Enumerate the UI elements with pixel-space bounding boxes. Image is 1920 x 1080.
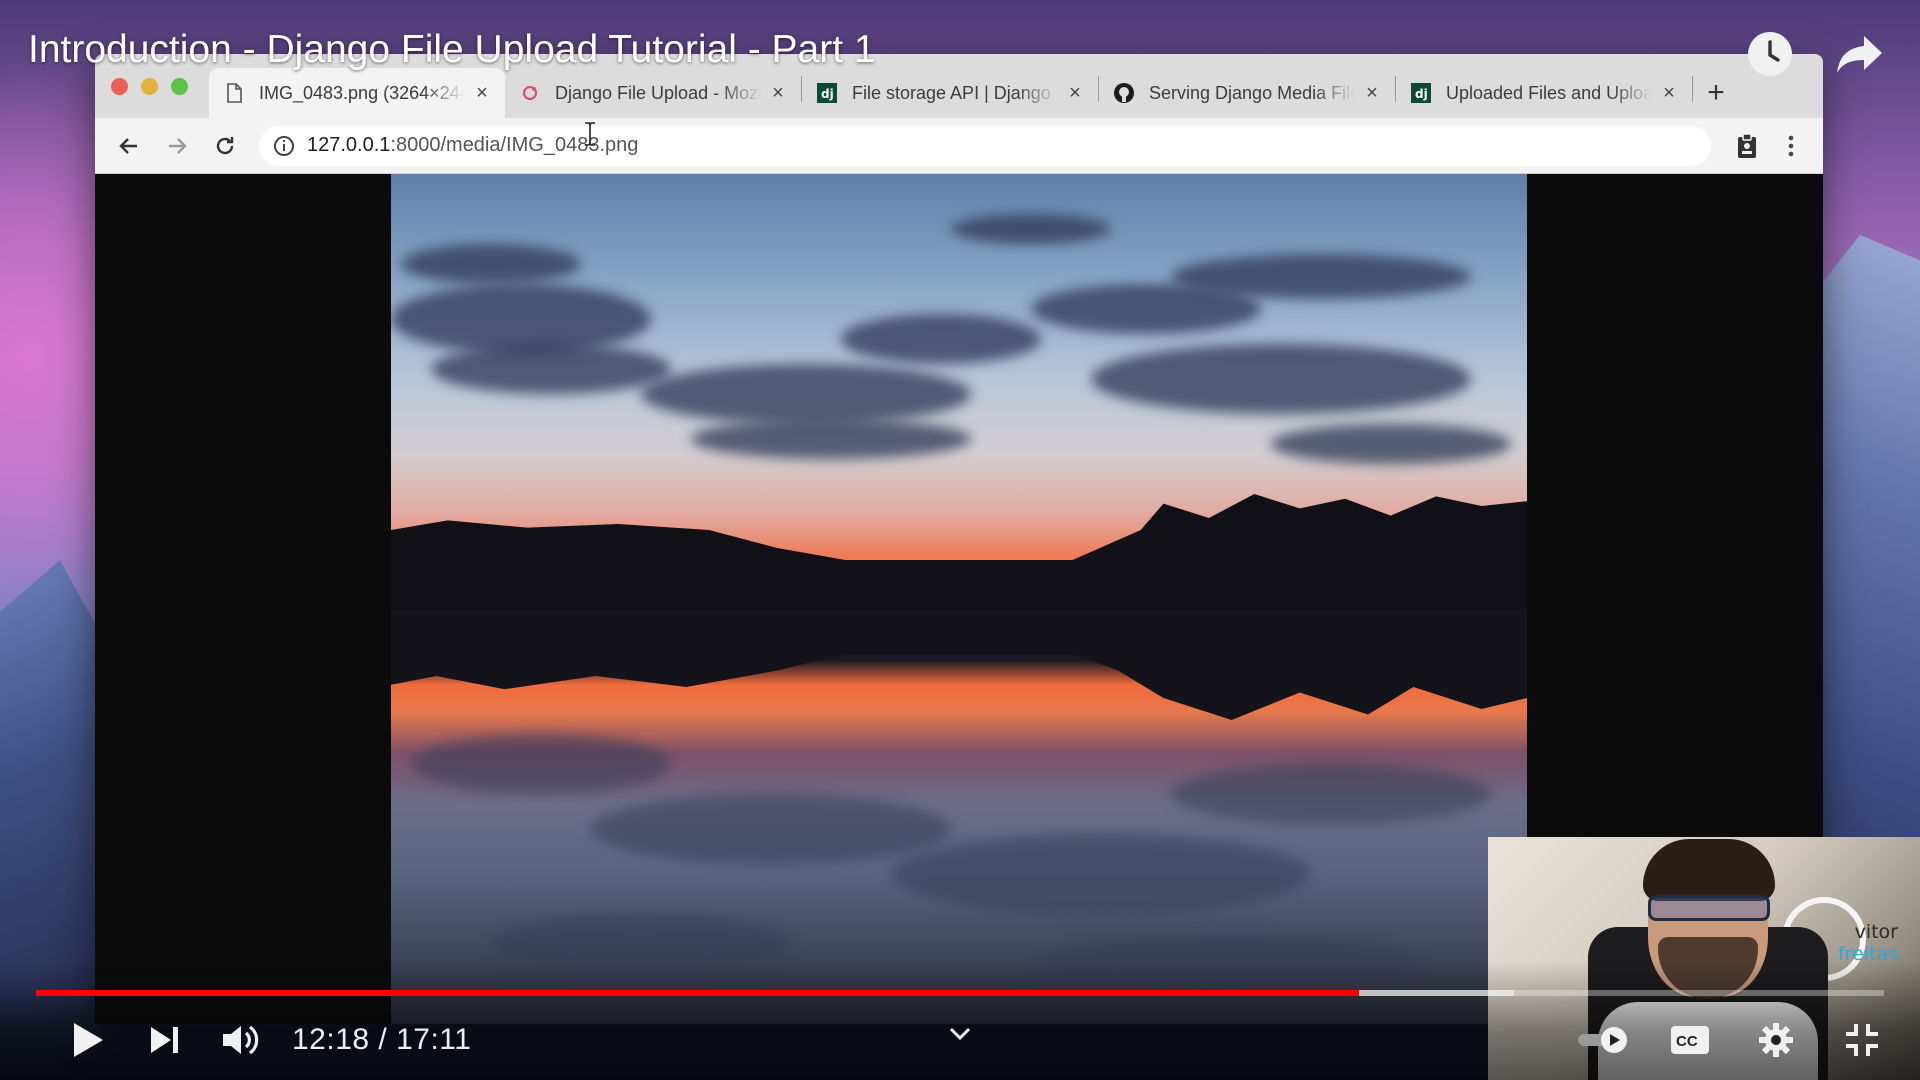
chevron-down-icon[interactable] [942,1016,978,1052]
tab-title: File storage API | Django [852,82,1051,103]
tab-serving-django-media[interactable]: Serving Django Media Files × [1099,68,1395,118]
tab-close-icon[interactable]: × [473,83,491,103]
tab-close-icon[interactable]: × [769,83,787,103]
tab-title: Uploaded Files and Upload Handlers [1446,82,1652,103]
presenter-glasses [1648,895,1770,921]
kebab-menu-icon [1788,135,1794,156]
play-button[interactable] [50,1010,126,1070]
window-controls [111,78,188,95]
browser-menu-button[interactable] [1769,124,1813,168]
volume-icon [223,1025,259,1055]
tab-close-icon[interactable]: × [1363,83,1381,103]
close-window-button[interactable] [111,78,128,95]
sunset-lake-photo [391,174,1527,1024]
maximize-window-button[interactable] [171,78,188,95]
github-icon [1113,82,1135,104]
progress-bar[interactable] [36,990,1884,996]
django-icon: dj [1410,82,1432,104]
arrow-right-icon [169,137,187,154]
clipboard-icon [1738,132,1756,158]
top-actions [1744,28,1886,80]
next-button[interactable] [126,1010,202,1070]
exit-fullscreen-icon [1846,1024,1878,1056]
right-controls: CC [1564,1010,1902,1070]
mute-button[interactable] [202,1010,278,1070]
back-button[interactable] [105,124,153,168]
exit-fullscreen-button[interactable] [1822,1010,1902,1070]
captions-button[interactable]: CC [1650,1010,1730,1070]
address-bar[interactable]: 127.0.0.1:8000/media/IMG_0483.png [259,125,1711,166]
tab-title: Serving Django Media Files [1149,82,1355,103]
tab-close-icon[interactable]: × [1660,83,1678,103]
next-icon [151,1027,178,1053]
arrow-left-icon [119,137,137,154]
settings-icon [1759,1023,1793,1057]
progress-played [36,990,1359,996]
treeline-silhouette [391,494,1527,614]
tab-title: Django File Upload - Mozilla [555,82,761,103]
ring-icon [519,82,541,104]
text-cursor-icon [583,122,597,151]
tab-file-storage-api[interactable]: dj File storage API | Django × [802,68,1098,118]
svg-text:dj: dj [1415,87,1428,101]
svg-text:dj: dj [821,87,834,101]
logo-line-1: vitor [1854,921,1898,943]
file-icon [223,82,245,104]
play-icon [74,1023,103,1057]
reload-icon [216,136,234,154]
django-icon: dj [816,82,838,104]
url-host: 127.0.0.1 [307,134,391,156]
browser-toolbar: 127.0.0.1:8000/media/IMG_0483.png [95,118,1823,174]
autoplay-toggle[interactable] [1564,1010,1644,1070]
tab-uploaded-files[interactable]: dj Uploaded Files and Upload Handlers × [1396,68,1692,118]
reload-button[interactable] [201,124,249,168]
time-display: 12:18 / 17:11 [292,1023,472,1056]
new-tab-button[interactable]: + [1693,68,1739,118]
channel-logo: vitor freitas [1838,921,1898,965]
url-path: :8000/media/IMG_0483.png [390,134,639,156]
tab-django-file-upload[interactable]: Django File Upload - Mozilla × [505,68,801,118]
cc-icon: CC [1671,1026,1709,1054]
forward-button[interactable] [153,124,201,168]
svg-text:CC: CC [1676,1033,1698,1050]
info-icon[interactable] [273,135,295,157]
minimize-window-button[interactable] [141,78,158,95]
settings-button[interactable] [1736,1010,1816,1070]
tab-img-0483[interactable]: IMG_0483.png (3264×2448) × [209,68,505,118]
tab-title: IMG_0483.png (3264×2448) [259,82,465,103]
presenter-hair [1643,839,1775,901]
tab-close-icon[interactable]: × [1066,83,1084,103]
share-icon[interactable] [1834,28,1886,80]
clipboard-extension-button[interactable] [1725,124,1769,168]
treeline-reflection [391,610,1527,720]
watch-later-icon[interactable] [1744,28,1796,80]
video-title[interactable]: Introduction - Django File Upload Tutori… [28,28,876,72]
